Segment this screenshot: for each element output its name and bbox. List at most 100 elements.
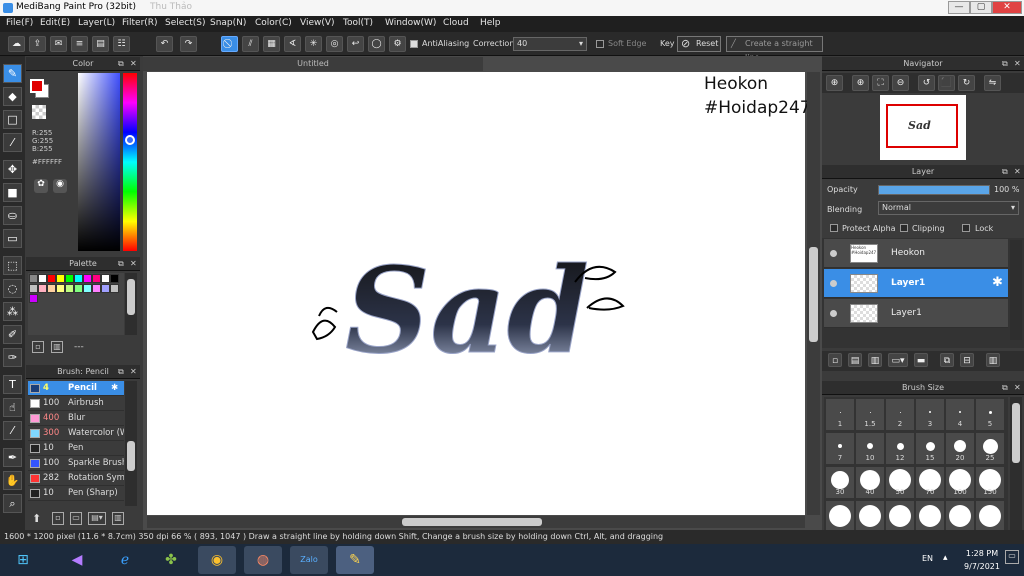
brush-tool-icon[interactable]: ✎ [3,64,22,83]
bucket-tool-icon[interactable]: ⛀ [3,206,22,225]
gear-icon[interactable]: ✱ [992,275,1003,290]
brush-item-rotation[interactable]: 282 Rotation Sym [28,471,124,486]
palette-swatch[interactable] [56,274,65,283]
fit-icon[interactable]: ⛶ [872,75,889,91]
palette-scrollbar[interactable] [125,273,137,335]
menu-layer[interactable]: Layer(L) [78,18,115,28]
cloud-icon[interactable]: ☁ [8,36,25,52]
float-icon[interactable]: ⧉ [118,57,124,71]
straight-line-button[interactable]: ╱Create a straight line [726,36,823,62]
float-icon[interactable]: ⧉ [1002,381,1008,395]
protect-alpha-checkbox[interactable] [830,224,838,232]
document-icon[interactable]: ▤ [92,36,109,52]
layer-scrollbar[interactable] [1010,240,1022,340]
start-icon[interactable]: ⊞ [4,546,42,574]
palette-swatch[interactable] [29,274,38,283]
brush-size-scrollbar[interactable] [1010,397,1022,535]
brush-size-cell[interactable] [856,501,884,532]
new-palette-icon[interactable]: ▫ [32,341,44,353]
palette-swatch[interactable] [101,284,110,293]
snap-curve-icon[interactable]: ↩ [347,36,364,52]
notification-icon[interactable]: ▭ [1005,550,1019,564]
brush-item-pencil[interactable]: 4 Pencil ✱ [28,381,124,396]
lasso-tool-icon[interactable]: ◌ [3,279,22,298]
brush-menu-icon[interactable]: ▤▾ [88,512,106,525]
flip-icon[interactable]: ⇋ [984,75,1001,91]
primary-color-swatch[interactable] [30,79,44,93]
palette-swatch[interactable] [47,284,56,293]
brush-size-cell[interactable]: 10 [856,433,884,464]
menu-color[interactable]: Color(C) [255,18,292,28]
brush-size-cell[interactable]: 1 [826,399,854,430]
brush-item-sparkle[interactable]: 100 Sparkle Brush [28,456,124,471]
brush-size-cell[interactable]: 15 [916,433,944,464]
snap-grid-icon[interactable]: ▦ [263,36,280,52]
gradient-tool-icon[interactable]: ▭ [3,229,22,248]
dot-tool-icon[interactable]: ⁄ [3,133,22,152]
new-brush-icon[interactable]: ▫ [52,512,64,525]
brush-size-cell[interactable]: 7 [826,433,854,464]
menu-edit[interactable]: Edit(E) [40,18,70,28]
navigator-preview[interactable]: Sad [880,95,966,160]
brush-size-cell[interactable]: 5 [976,399,1004,430]
hue-handle[interactable] [125,135,135,145]
brush-size-cell[interactable] [826,501,854,532]
operation-tool-icon[interactable]: ☝ [3,398,22,417]
coccoc-icon[interactable]: ◍ [244,546,282,574]
brush-size-cell[interactable] [886,501,914,532]
internet-explorer-icon[interactable]: ℯ [106,546,144,574]
zalo-icon[interactable]: Zalo [290,546,328,574]
trash-icon[interactable]: ▥ [51,341,63,353]
brush-size-cell[interactable]: 4 [946,399,974,430]
saturation-value-picker[interactable] [78,73,120,251]
brush-size-cell[interactable] [976,501,1004,532]
rect-tool-icon[interactable]: □ [3,110,22,129]
blending-select[interactable]: Normal ▾ [878,201,1019,215]
brush-scrollbar[interactable] [125,381,137,506]
select-eraser-tool-icon[interactable]: ✑ [3,348,22,367]
close-icon[interactable]: ✕ [1014,165,1021,179]
hue-slider[interactable] [123,73,137,251]
palette-swatch[interactable] [29,294,38,303]
float-icon[interactable]: ⧉ [118,365,124,379]
palette-swatch[interactable] [83,284,92,293]
float-icon[interactable]: ⧉ [118,257,124,271]
palette-swatch[interactable] [101,274,110,283]
drawing-canvas[interactable]: Heokon #Hoidap247 Sad [147,72,811,515]
brush-item-pen-sharp[interactable]: 10 Pen (Sharp) [28,486,124,501]
folder-icon[interactable]: ▬ [914,353,928,367]
brush-size-cell[interactable]: 70 [916,467,944,498]
reset-button[interactable]: ⊘ Reset [677,36,721,52]
antialiasing-checkbox[interactable] [410,40,418,48]
close-icon[interactable]: ✕ [130,365,137,379]
menu-help[interactable]: Help [480,18,501,28]
minimize-button[interactable]: — [948,1,970,14]
palette-swatch[interactable] [110,274,119,283]
add-brush-icon[interactable]: ⬆ [32,512,46,526]
eyedropper-tool-icon[interactable]: ⁄ [3,421,22,440]
canvas-v-scrollbar[interactable] [807,72,820,515]
hand-tool-icon[interactable]: ✋ [3,471,22,490]
brush-item-airbrush[interactable]: 100 Airbrush [28,396,124,411]
close-icon[interactable]: ✕ [130,57,137,71]
correction-select[interactable]: 40 ▾ [513,37,587,51]
brush-size-cell[interactable]: 40 [856,467,884,498]
redo-icon[interactable]: ↷ [180,36,197,52]
chrome-icon[interactable]: ◉ [198,546,236,574]
shape-tool-icon[interactable]: ■ [3,183,22,202]
menu-select[interactable]: Select(S) [165,18,206,28]
brush-size-cell[interactable] [916,501,944,532]
eraser-tool-icon[interactable]: ◆ [3,87,22,106]
chat-icon[interactable]: ≡ [71,36,88,52]
evernote-icon[interactable]: ✤ [152,546,190,574]
brush-item-pen[interactable]: 10 Pen [28,441,124,456]
close-icon[interactable]: ✕ [1014,381,1021,395]
palette-swatch[interactable] [110,284,119,293]
palette-swatch[interactable] [65,274,74,283]
copy-brush-icon[interactable]: ▭ [70,512,82,525]
maximize-button[interactable]: ▢ [970,1,992,14]
share-icon[interactable]: ⇪ [29,36,46,52]
brush-size-cell[interactable]: 100 [946,467,974,498]
chevron-up-icon[interactable]: ▴ [943,553,948,563]
layer-row[interactable]: Layer1 [824,299,1008,328]
